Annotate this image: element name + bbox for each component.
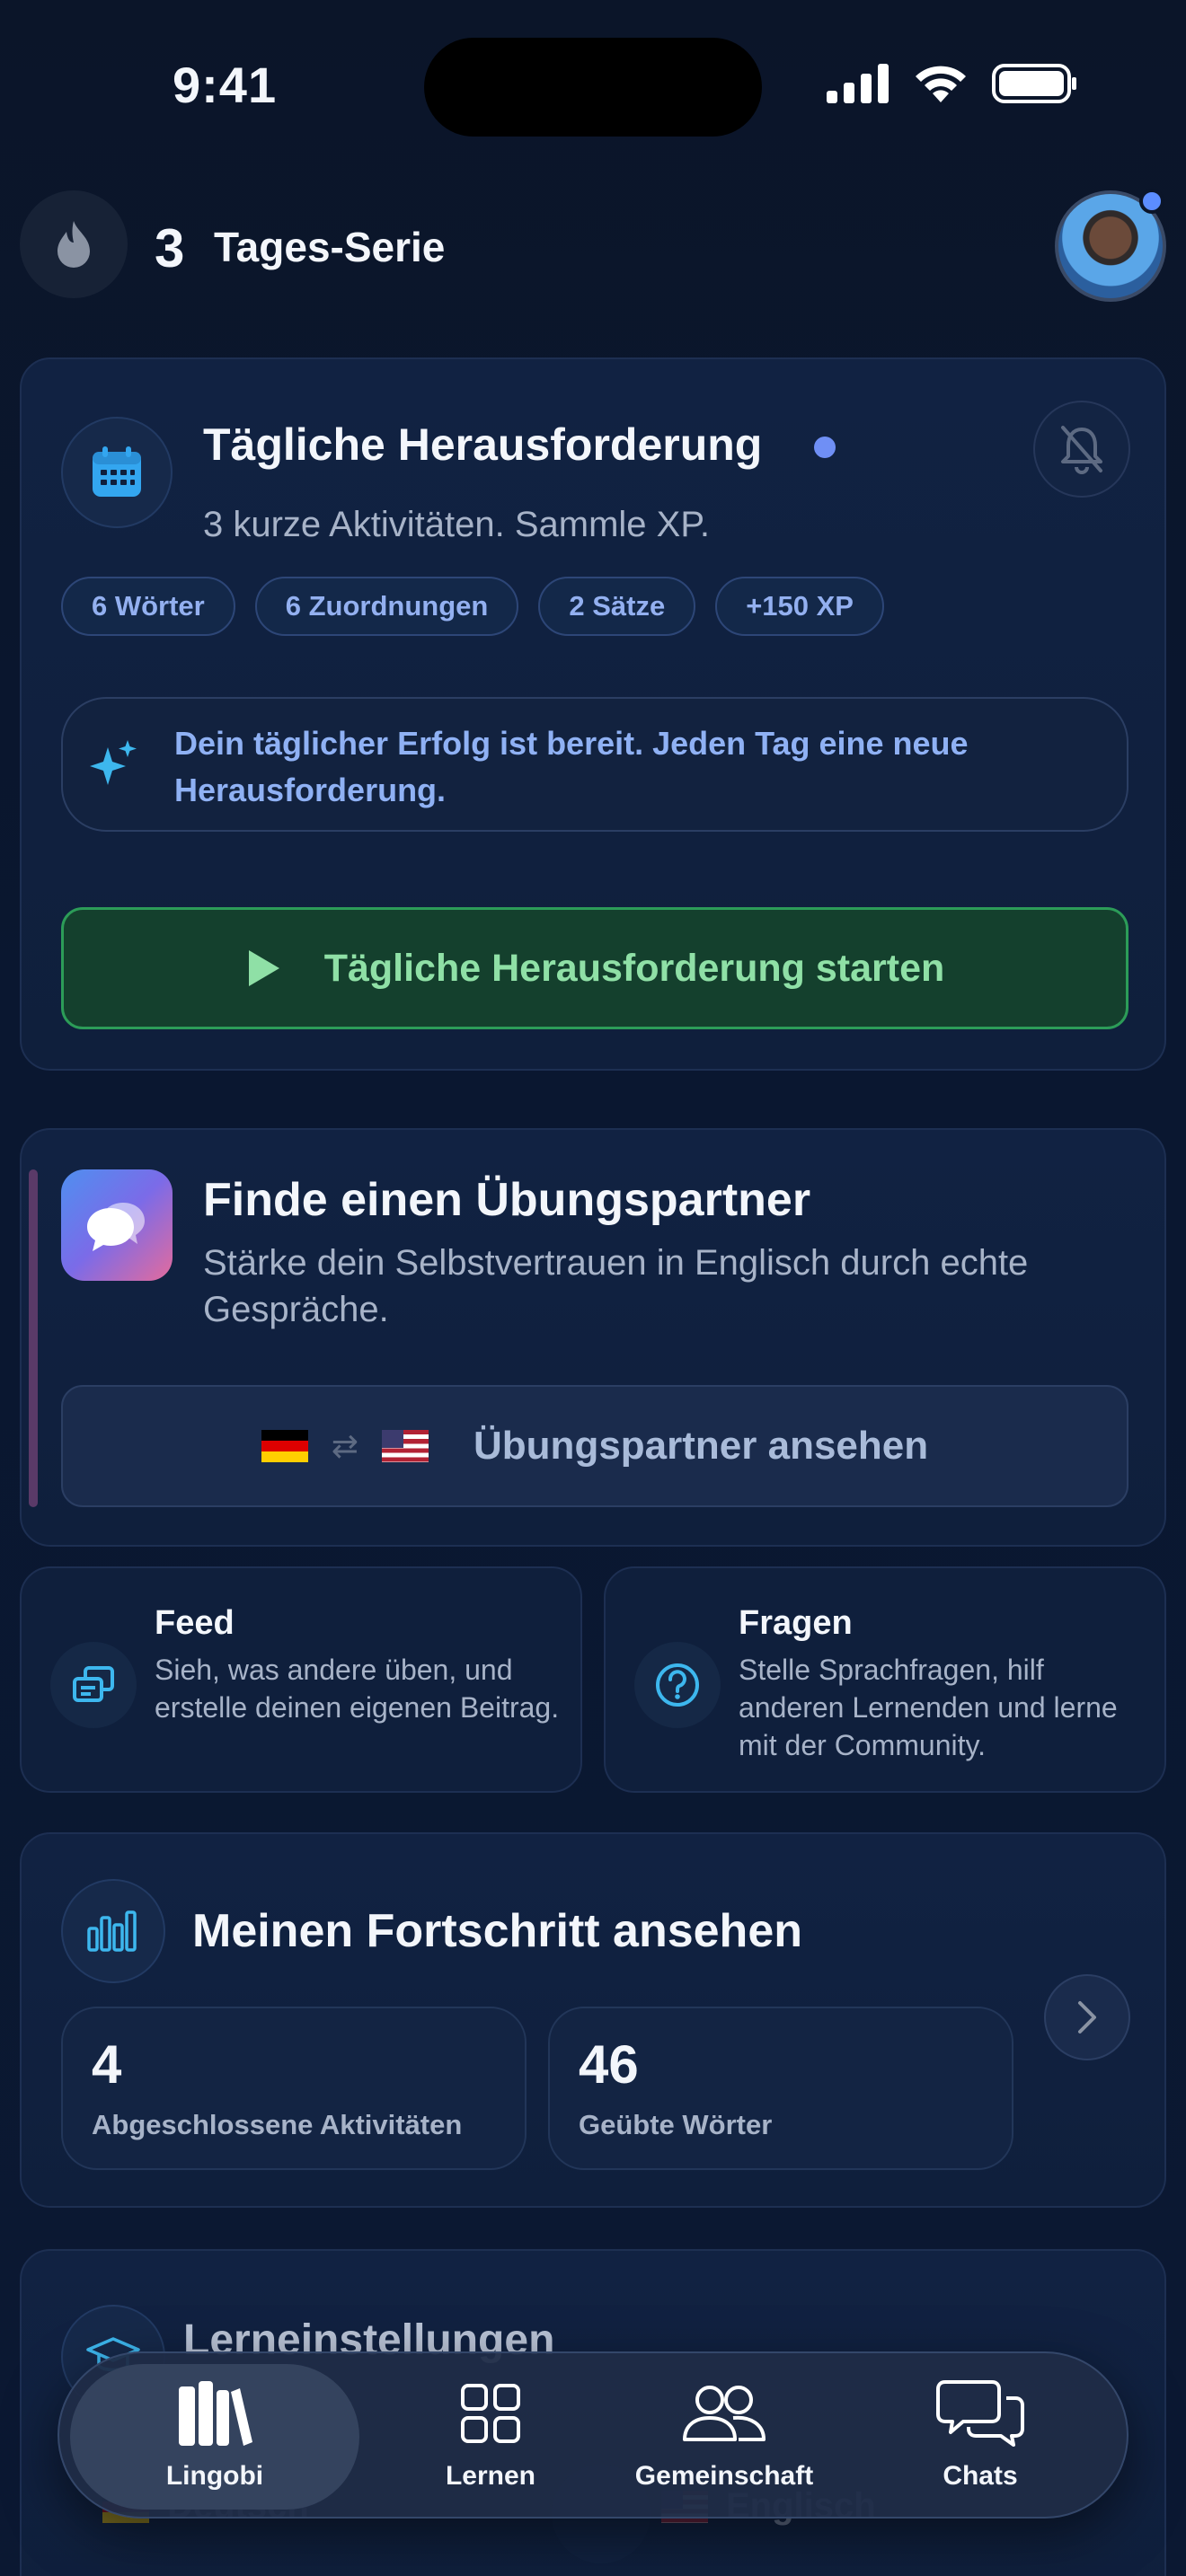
feed-card[interactable]: Feed Sieh, was andere üben, und erstelle… <box>20 1566 582 1793</box>
home-screen: 9:41 3 Tages-Serie Tägliche Herausforder… <box>0 0 1186 2576</box>
question-icon-wrap <box>634 1642 721 1728</box>
chat-bubble-icon <box>61 1169 173 1281</box>
bar-chart-icon <box>87 1910 137 1952</box>
german-flag-icon <box>261 1430 308 1462</box>
wifi-icon <box>916 66 966 102</box>
questions-description: Stelle Sprachfragen, hilf anderen Lernen… <box>739 1654 1118 1761</box>
calendar-icon <box>93 446 141 497</box>
tab-chats[interactable]: Chats <box>859 2369 1102 2504</box>
chip-matches: 6 Zuordnungen <box>254 577 519 636</box>
tab-gemeinschaft[interactable]: Gemeinschaft <box>598 2369 850 2504</box>
tab-label: Lingobi <box>165 2461 264 2491</box>
battery-icon <box>992 64 1076 103</box>
stat-practiced-words: 46 Geübte Wörter <box>548 2007 1013 2170</box>
partner-subtitle: Stärke dein Selbstvertrauen in Englisch … <box>203 1243 1029 1329</box>
questions-card[interactable]: Fragen Stelle Sprachfragen, hilf anderen… <box>604 1566 1166 1793</box>
streak-count: 3 <box>155 218 185 278</box>
streak-flame-button[interactable] <box>20 190 128 298</box>
library-icon <box>179 2381 252 2446</box>
question-circle-icon <box>656 1663 699 1707</box>
stat-completed-activities: 4 Abgeschlossene Aktivitäten <box>61 2007 527 2170</box>
notification-dot <box>1139 189 1164 214</box>
feed-icon-wrap <box>50 1642 137 1728</box>
mute-notifications-button[interactable] <box>1033 401 1130 498</box>
daily-notice-text: Dein täglicher Erfolg ist bereit. Jeden … <box>174 725 969 808</box>
stat-value: 4 <box>92 2034 122 2095</box>
grid-icon <box>461 2384 520 2443</box>
feed-icon <box>73 1666 114 1702</box>
flame-icon <box>58 221 90 268</box>
daily-challenge-card: Tägliche Herausforderung 3 kurze Aktivit… <box>20 357 1166 1071</box>
chevron-right-icon <box>1078 2001 1096 2033</box>
tab-label: Gemeinschaft <box>634 2461 814 2491</box>
feed-description: Sieh, was andere üben, und erstelle dein… <box>155 1654 560 1724</box>
cellular-signal-icon <box>827 64 889 103</box>
view-practice-partners-button[interactable]: ⇄ Übungspartner ansehen <box>61 1385 1128 1507</box>
status-time: 9:41 <box>173 57 278 113</box>
feed-title: Feed <box>155 1604 235 1642</box>
status-icons <box>827 63 1078 104</box>
progress-card[interactable]: Meinen Fortschritt ansehen 4 Abgeschloss… <box>20 1832 1166 2208</box>
people-icon <box>683 2386 766 2441</box>
start-daily-challenge-button[interactable]: Tägliche Herausforderung starten <box>61 907 1128 1029</box>
daily-challenge-title: Tägliche Herausforderung <box>203 419 763 470</box>
practice-partner-card: Finde einen Übungspartner Stärke dein Se… <box>20 1128 1166 1547</box>
swap-arrows-icon: ⇄ <box>331 1427 359 1464</box>
calendar-icon-wrap <box>61 417 173 528</box>
view-practice-partners-label: Übungspartner ansehen <box>474 1424 929 1468</box>
sparkles-icon <box>90 740 137 785</box>
stat-label: Abgeschlossene Aktivitäten <box>92 2109 463 2140</box>
us-flag-icon <box>382 1430 429 1462</box>
start-daily-challenge-label: Tägliche Herausforderung starten <box>323 946 945 990</box>
accent-bar <box>29 1169 38 1507</box>
challenge-chips: 6 Wörter 6 Zuordnungen 2 Sätze +150 XP <box>61 577 884 636</box>
tab-label: Chats <box>943 2461 1018 2491</box>
chat-bubbles-icon <box>936 2380 1024 2447</box>
dynamic-island <box>424 38 762 137</box>
chip-sentences: 2 Sätze <box>538 577 696 636</box>
questions-title: Fragen <box>739 1604 853 1642</box>
chip-xp: +150 XP <box>715 577 884 636</box>
chat-bubbles-icon <box>87 1203 145 1251</box>
stat-label: Geübte Wörter <box>579 2109 773 2140</box>
bell-off-icon <box>1061 426 1102 474</box>
daily-notice: Dein täglicher Erfolg ist bereit. Jeden … <box>61 697 1128 832</box>
open-progress-button[interactable] <box>1044 1974 1130 2060</box>
progress-title: Meinen Fortschritt ansehen <box>192 1905 802 1957</box>
tab-lingobi[interactable]: Lingobi <box>70 2369 359 2504</box>
tab-label: Lernen <box>445 2461 536 2491</box>
tab-lernen[interactable]: Lernen <box>383 2369 598 2504</box>
stat-value: 46 <box>579 2034 639 2095</box>
partner-title: Finde einen Übungspartner <box>203 1174 811 1226</box>
play-icon <box>248 950 279 986</box>
tab-bar: Lingobi Lernen Gemeinschaft Chats <box>58 2351 1128 2519</box>
unread-dot <box>814 437 836 458</box>
chip-words: 6 Wörter <box>61 577 235 636</box>
bar-chart-icon-wrap <box>61 1879 165 1983</box>
streak-label: Tages-Serie <box>214 224 446 270</box>
daily-challenge-subtitle: 3 kurze Aktivitäten. Sammle XP. <box>203 505 710 544</box>
